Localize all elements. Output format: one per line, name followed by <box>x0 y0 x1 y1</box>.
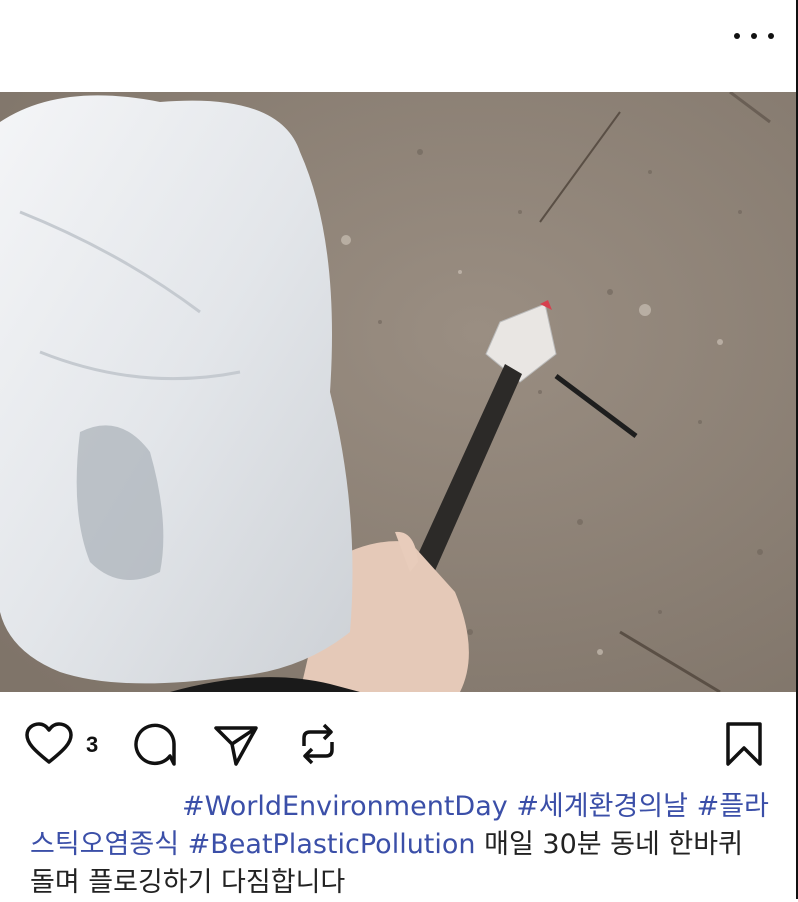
caption-text: 돌며 플로깅하기 다짐합니다 <box>30 867 346 898</box>
plogging-photo <box>0 92 796 692</box>
more-options-button[interactable] <box>734 22 774 50</box>
post-caption: #WorldEnvironmentDay #세계환경의날 #플라 스틱오염종식 … <box>30 788 770 902</box>
like-count[interactable]: 3 <box>86 732 98 758</box>
share-button[interactable] <box>212 720 260 772</box>
post-action-bar: 3 <box>0 708 796 778</box>
bookmark-icon <box>726 722 762 766</box>
heart-icon <box>25 722 73 764</box>
repost-button[interactable] <box>294 720 342 772</box>
comment-icon <box>134 723 176 766</box>
hashtag-continuation[interactable]: 스틱오염종식 <box>30 829 179 860</box>
like-button[interactable] <box>24 722 74 770</box>
hashtag[interactable]: #세계환경의날 <box>516 791 688 822</box>
post-header <box>0 0 796 92</box>
hashtag[interactable]: #BeatPlasticPollution <box>188 829 476 860</box>
more-horizontal-icon <box>734 33 740 39</box>
hashtag[interactable]: #WorldEnvironmentDay <box>182 791 508 822</box>
caption-text: 매일 30분 동네 한바퀴 <box>484 829 743 860</box>
save-button[interactable] <box>722 720 766 772</box>
send-icon <box>214 726 258 766</box>
repost-icon <box>302 723 334 765</box>
comment-button[interactable] <box>130 720 178 772</box>
post-photo[interactable] <box>0 92 796 692</box>
hashtag[interactable]: #플라 <box>697 791 769 822</box>
